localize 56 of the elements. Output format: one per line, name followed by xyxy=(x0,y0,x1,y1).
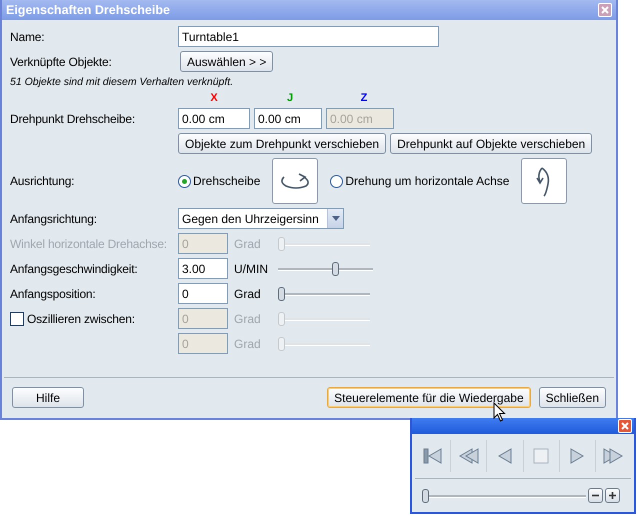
coordinate-field[interactable]: 0.00 cm xyxy=(254,108,322,129)
close-icon xyxy=(601,6,609,14)
slider[interactable] xyxy=(278,286,370,300)
axis-label: X xyxy=(209,92,219,104)
radio-button[interactable] xyxy=(330,174,344,188)
skip-to-start-icon xyxy=(422,446,443,466)
field-label: Anfangsrichtung: xyxy=(10,212,98,226)
field-label: Anfangsposition: xyxy=(10,286,97,300)
close-icon xyxy=(621,422,629,430)
help-button[interactable]: Hilfe xyxy=(12,387,84,408)
stop-icon xyxy=(531,446,552,466)
fast-forward-icon xyxy=(603,446,624,466)
close-button[interactable] xyxy=(618,419,632,433)
slider[interactable] xyxy=(278,312,370,326)
slider[interactable] xyxy=(278,262,373,276)
window-title: Eigenschaften Drehscheibe xyxy=(6,3,170,17)
slider-thumb[interactable] xyxy=(278,286,285,300)
plus-icon xyxy=(608,491,617,500)
slider-thumb[interactable] xyxy=(332,262,340,276)
radio-button[interactable] xyxy=(178,174,191,188)
move-button[interactable]: Drehpunkt auf Objekte verschieben xyxy=(390,133,592,154)
zoom-out-button[interactable] xyxy=(588,488,603,503)
slider[interactable] xyxy=(278,236,370,250)
axis-label: Z xyxy=(360,92,368,104)
unit-label: Grad xyxy=(234,312,262,326)
field-label: Name: xyxy=(10,30,46,44)
slider[interactable] xyxy=(278,336,370,350)
number-field[interactable]: 0 xyxy=(178,283,228,304)
slider[interactable] xyxy=(422,488,586,502)
radio-option[interactable]: Drehung um horizontale Achse xyxy=(330,174,510,188)
number-field[interactable]: 3.00 xyxy=(178,258,228,279)
field-label: Winkel horizontale Drehachse: xyxy=(10,236,168,250)
field-label: Drehpunkt Drehscheibe: xyxy=(10,112,136,126)
checkbox-label: Oszillieren zwischen: xyxy=(27,312,135,326)
radio-option[interactable]: Drehscheibe xyxy=(178,174,260,188)
dialog-button[interactable]: Steuerelemente für die Wiedergabe xyxy=(327,387,531,408)
caret-icon xyxy=(332,216,340,221)
zoom-in-button[interactable] xyxy=(605,488,620,503)
rewind-icon xyxy=(458,446,479,466)
field-label: Verknüpfte Objekte: xyxy=(10,54,113,68)
unit-label: Grad xyxy=(234,336,262,350)
name-field[interactable]: Turntable1 xyxy=(178,26,439,47)
close-button[interactable] xyxy=(598,3,612,17)
select-button[interactable]: Auswählen > > xyxy=(180,51,274,72)
move-button[interactable]: Objekte zum Drehpunkt verschieben xyxy=(178,133,386,154)
field-label: Ausrichtung: xyxy=(10,174,76,188)
slider-thumb[interactable] xyxy=(422,488,429,502)
unit-label: Grad xyxy=(234,236,262,250)
unit-label: Grad xyxy=(234,286,262,300)
info-text: 51 Objekte sind mit diesem Verhalten verknüpft. xyxy=(10,76,234,88)
dialog-button[interactable]: Schließen xyxy=(538,387,606,408)
field-label: Anfangsgeschwindigkeit: xyxy=(10,262,138,276)
unit-label: U/MIN xyxy=(234,262,269,276)
coordinate-field[interactable]: 0.00 cm xyxy=(178,108,250,129)
axis-label: J xyxy=(286,92,294,104)
direction-dropdown[interactable]: Gegen den Uhrzeigersinn xyxy=(178,208,344,229)
